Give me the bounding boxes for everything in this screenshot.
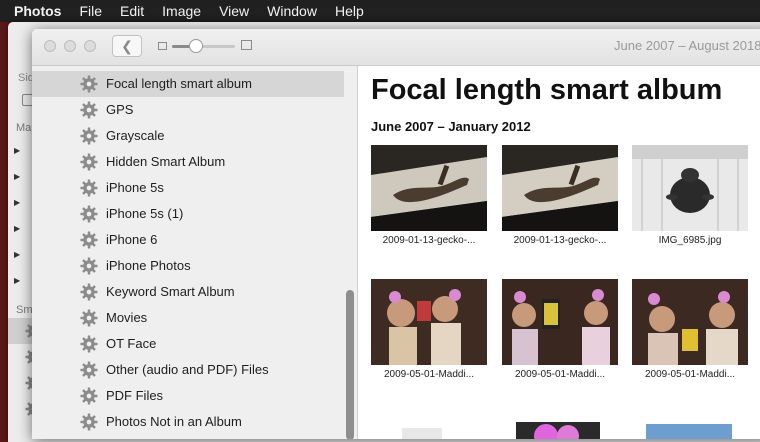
disclosure-triangle-icon[interactable]: ▶	[14, 172, 20, 181]
photo-thumbnail[interactable]	[502, 279, 618, 365]
disclosure-triangle-icon[interactable]: ▶	[14, 198, 20, 207]
photo-thumbnail[interactable]	[371, 145, 487, 231]
sidebar-item-label: iPhone 5s (1)	[106, 206, 184, 221]
album-content: Focal length smart album June 2007 – Jan…	[358, 66, 760, 439]
menu-image[interactable]: Image	[162, 0, 201, 22]
menu-window[interactable]: Window	[267, 0, 317, 22]
sidebar-item-label: OT Face	[106, 336, 157, 351]
sidebar-item-label: iPhone Photos	[106, 258, 191, 273]
menu-view[interactable]: View	[219, 0, 249, 22]
sidebar-item-label: Photos Not in an Album	[106, 414, 242, 429]
sidebar-item-label: Other (audio and PDF) Files	[106, 362, 269, 377]
toolbar: ❮ June 2007 – August 2018	[32, 29, 760, 66]
sidebar: Focal length smart album GPS Grayscale H…	[32, 66, 358, 439]
sidebar-item-label: iPhone 5s	[106, 180, 164, 195]
gear-icon	[80, 335, 98, 353]
photos-window: ❮ June 2007 – August 2018 Focal length s…	[32, 29, 760, 439]
sidebar-item-iphone-5s[interactable]: iPhone 5s	[32, 175, 344, 201]
window-title: June 2007 – August 2018	[614, 38, 760, 53]
gear-icon	[80, 257, 98, 275]
sidebar-item-other-files[interactable]: Other (audio and PDF) Files	[32, 357, 344, 383]
background-section-label: Ma	[16, 122, 32, 134]
chevron-left-icon: ❮	[121, 37, 133, 54]
gear-icon	[80, 231, 98, 249]
gear-icon	[80, 361, 98, 379]
minimize-window-button[interactable]	[64, 40, 76, 52]
back-button[interactable]: ❮	[112, 35, 142, 57]
sidebar-scrollbar[interactable]	[346, 290, 354, 439]
sidebar-item-iphone-photos[interactable]: iPhone Photos	[32, 253, 344, 279]
sidebar-item-label: Keyword Smart Album	[106, 284, 235, 299]
photo-thumbnail[interactable]	[632, 279, 748, 365]
photo-caption: 2009-05-01-Maddi...	[644, 369, 736, 380]
sidebar-item-focal-length-smart-album[interactable]: Focal length smart album	[32, 71, 344, 97]
photo-thumbnail[interactable]	[632, 145, 748, 231]
date-range-heading: June 2007 – January 2012	[371, 119, 531, 134]
photo-thumbnail[interactable]	[371, 279, 487, 365]
zoom-window-button[interactable]	[84, 40, 96, 52]
gear-icon	[80, 153, 98, 171]
sidebar-item-ot-face[interactable]: OT Face	[32, 331, 344, 357]
sidebar-item-grayscale[interactable]: Grayscale	[32, 123, 344, 149]
background-section-label: Sm	[16, 304, 33, 316]
disclosure-triangle-icon[interactable]: ▶	[14, 224, 20, 233]
close-window-button[interactable]	[44, 40, 56, 52]
sidebar-item-hidden-smart-album[interactable]: Hidden Smart Album	[32, 149, 344, 175]
sidebar-item-label: Grayscale	[106, 128, 165, 143]
photo-caption: 2009-01-13-gecko-...	[513, 235, 607, 246]
zoom-slider[interactable]	[172, 45, 235, 48]
gear-icon	[80, 75, 98, 93]
disclosure-triangle-icon[interactable]: ▶	[14, 250, 20, 259]
gear-icon	[80, 309, 98, 327]
photo-thumbnail[interactable]	[646, 424, 732, 439]
zoom-slider-knob[interactable]	[189, 39, 203, 53]
sidebar-item-photos-not-in-album[interactable]: Photos Not in an Album	[32, 409, 344, 435]
sidebar-item-iphone-6[interactable]: iPhone 6	[32, 227, 344, 253]
sidebar-item-movies[interactable]: Movies	[32, 305, 344, 331]
sidebar-item-keyword-smart-album[interactable]: Keyword Smart Album	[32, 279, 344, 305]
gear-icon	[80, 283, 98, 301]
photo-caption: 2009-01-13-gecko-...	[382, 235, 476, 246]
gear-icon	[80, 127, 98, 145]
menu-edit[interactable]: Edit	[120, 0, 144, 22]
sidebar-item-label: Movies	[106, 310, 148, 325]
sidebar-item-label: GPS	[106, 102, 134, 117]
small-thumbnail-icon	[158, 42, 167, 50]
photo-caption: 2009-05-01-Maddi...	[383, 369, 475, 380]
sidebar-item-label: PDF Files	[106, 388, 164, 403]
gear-icon	[80, 413, 98, 431]
photo-thumbnail[interactable]	[516, 422, 600, 439]
gear-icon	[80, 205, 98, 223]
photo-thumbnail[interactable]	[502, 145, 618, 231]
photo-caption: 2009-05-01-Maddi...	[514, 369, 606, 380]
gear-icon	[80, 101, 98, 119]
disclosure-triangle-icon[interactable]: ▶	[14, 146, 20, 155]
menu-file[interactable]: File	[79, 0, 102, 22]
sidebar-item-pdf-files[interactable]: PDF Files	[32, 383, 344, 409]
photo-caption: IMG_6985.jpg	[658, 235, 722, 246]
album-title: Focal length smart album	[371, 74, 723, 106]
sidebar-item-label: Focal length smart album	[106, 76, 252, 91]
disclosure-triangle-icon[interactable]: ▶	[14, 276, 20, 285]
sidebar-item-iphone-5s-1[interactable]: iPhone 5s (1)	[32, 201, 344, 227]
gear-icon	[80, 387, 98, 405]
menu-photos[interactable]: Photos	[14, 0, 61, 22]
sidebar-item-label: iPhone 6	[106, 232, 158, 247]
sidebar-item-label: Hidden Smart Album	[106, 154, 226, 169]
large-thumbnail-icon	[241, 40, 252, 50]
gear-icon	[80, 179, 98, 197]
photo-thumbnail[interactable]	[402, 428, 442, 439]
menu-help[interactable]: Help	[335, 0, 364, 22]
sidebar-item-gps[interactable]: GPS	[32, 97, 344, 123]
menu-bar: Photos File Edit Image View Window Help	[0, 0, 760, 22]
